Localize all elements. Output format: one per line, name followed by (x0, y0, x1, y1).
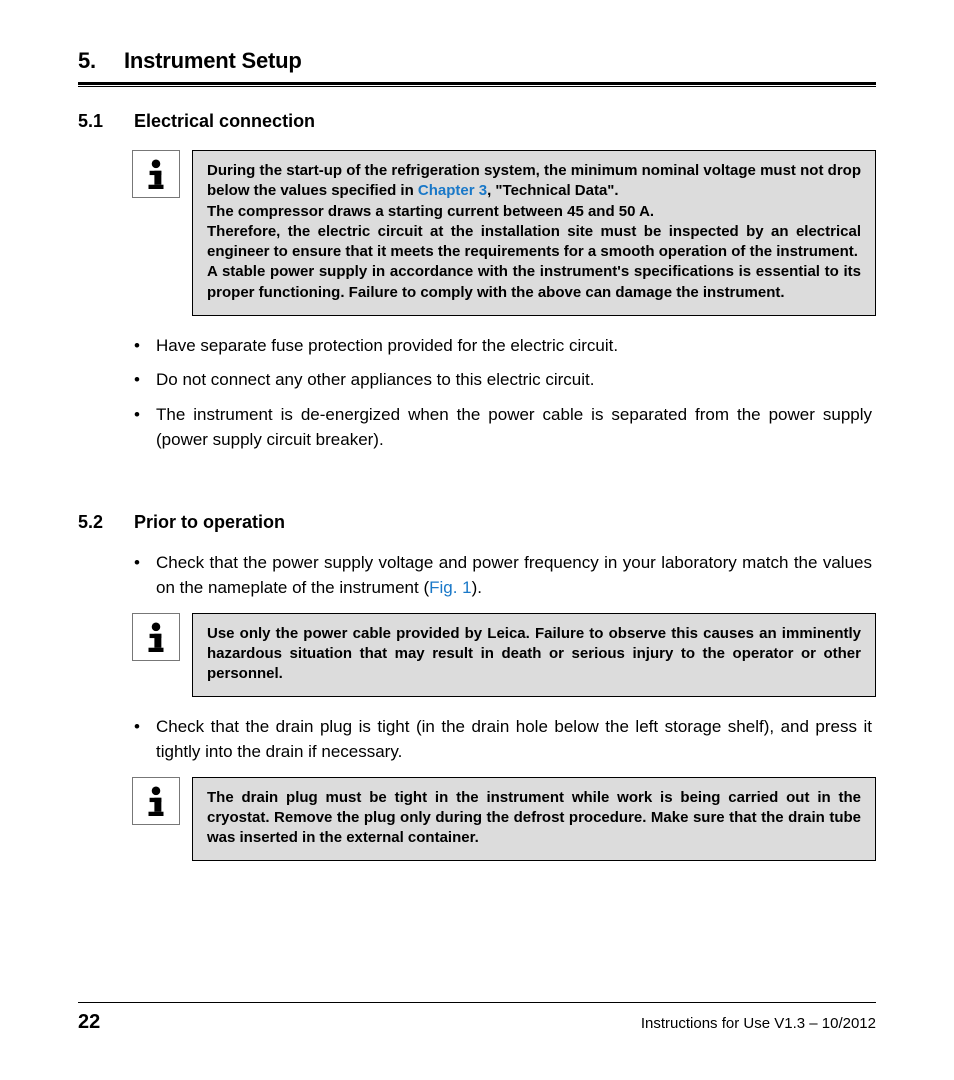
document-page: 5. Instrument Setup 5.1 Electrical conne… (0, 0, 954, 1080)
info-callout: The drain plug must be tight in the inst… (132, 777, 876, 862)
chapter-header: 5. Instrument Setup (78, 48, 876, 80)
chapter-link[interactable]: Chapter 3 (418, 182, 487, 199)
info-text-line: The compressor draws a starting current … (207, 203, 654, 220)
info-text-line: The drain plug must be tight in the inst… (207, 789, 861, 847)
list-item: The instrument is de-energized when the … (156, 403, 872, 452)
list-item: Check that the power supply voltage and … (156, 551, 872, 600)
section-number: 5.1 (78, 111, 106, 132)
info-text: Use only the power cable provided by Lei… (192, 613, 876, 698)
section-title: Electrical connection (134, 111, 315, 132)
info-text-line: Therefore, the electric circuit at the i… (207, 223, 861, 260)
footer-text: Instructions for Use V1.3 – 10/2012 (641, 1015, 876, 1032)
bullet-list: Check that the power supply voltage and … (156, 551, 876, 600)
section-number: 5.2 (78, 512, 106, 533)
info-text: The drain plug must be tight in the inst… (192, 777, 876, 862)
divider (78, 82, 876, 85)
chapter-number: 5. (78, 48, 96, 74)
info-callout: Use only the power cable provided by Lei… (132, 613, 876, 698)
page-footer: 22 Instructions for Use V1.3 – 10/2012 (78, 1002, 876, 1034)
info-icon (132, 777, 180, 825)
list-item: Have separate fuse protection provided f… (156, 334, 872, 359)
section-heading: 5.2 Prior to operation (78, 512, 876, 533)
info-icon (132, 150, 180, 198)
divider (78, 86, 876, 87)
page-number: 22 (78, 1011, 100, 1034)
bullet-list: Have separate fuse protection provided f… (156, 334, 876, 453)
info-text-line: A stable power supply in accordance with… (207, 263, 861, 300)
list-item: Do not connect any other appliances to t… (156, 368, 872, 393)
info-text: During the start-up of the refrigeration… (192, 150, 876, 316)
info-icon (132, 613, 180, 661)
info-text-line: , "Technical Data". (487, 182, 618, 199)
section-title: Prior to operation (134, 512, 285, 533)
chapter-title: Instrument Setup (124, 48, 302, 74)
info-callout: During the start-up of the refrigeration… (132, 150, 876, 316)
list-item: Check that the drain plug is tight (in t… (156, 715, 872, 764)
info-text-line: Use only the power cable provided by Lei… (207, 625, 861, 683)
figure-link[interactable]: Fig. 1 (429, 578, 472, 597)
section-heading: 5.1 Electrical connection (78, 111, 876, 132)
bullet-list: Check that the drain plug is tight (in t… (156, 715, 876, 764)
